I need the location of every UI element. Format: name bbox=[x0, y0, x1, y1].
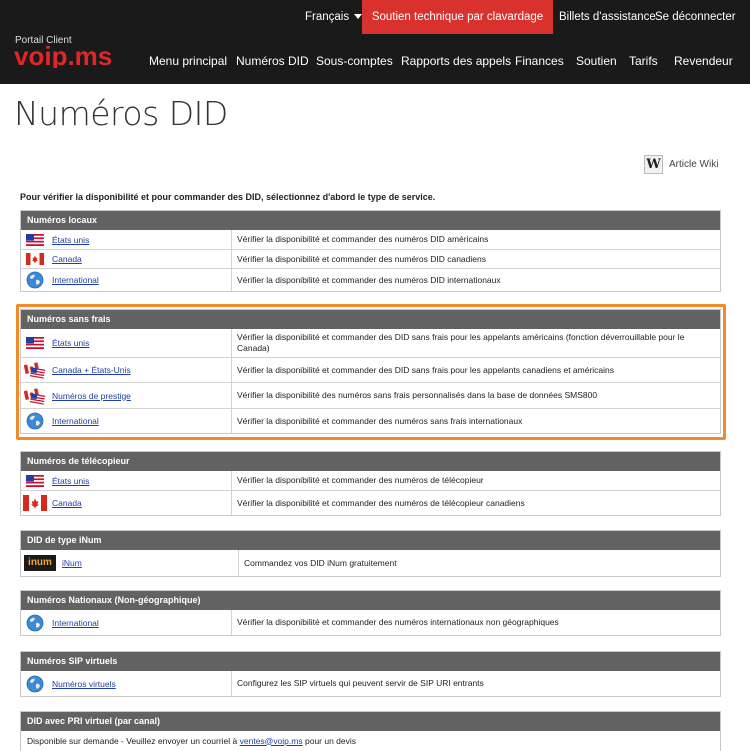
top-header: Français Soutien technique par clavardag… bbox=[0, 0, 750, 84]
link-canada[interactable]: Canada bbox=[52, 254, 82, 264]
table-row: Canada Vérifier la disponibilité et comm… bbox=[21, 249, 720, 268]
table-row: Numéros de prestige Vérifier la disponib… bbox=[21, 382, 720, 408]
section-virtual-pri: DID avec PRI virtuel (par canal) Disponi… bbox=[20, 711, 721, 751]
row-description: Vérifier la disponibilité et commander d… bbox=[237, 497, 525, 508]
us-flag-icon bbox=[21, 329, 49, 357]
table-row: États unis Vérifier la disponibilité et … bbox=[21, 471, 720, 490]
table-row: Numéros virtuels Configurez les SIP virt… bbox=[21, 671, 720, 696]
inum-logo-icon: inum bbox=[21, 550, 59, 576]
wiki-link[interactable]: W Article Wiki bbox=[644, 154, 718, 174]
us-canada-flags-icon bbox=[21, 383, 49, 408]
section-title: Numéros de télécopieur bbox=[21, 452, 720, 471]
row-description: Vérifier la disponibilité et commander d… bbox=[237, 274, 501, 285]
nav-item-subaccounts[interactable]: Sous-comptes bbox=[316, 50, 393, 72]
row-description: Vérifier la disponibilité des numéros sa… bbox=[237, 390, 598, 400]
row-description: Vérifier la disponibilité et commander d… bbox=[237, 332, 685, 353]
table-row: International Vérifier la disponibilité … bbox=[21, 268, 720, 291]
table-row: États unis Vérifier la disponibilité et … bbox=[21, 230, 720, 249]
link-international[interactable]: International bbox=[52, 416, 99, 426]
section-national-numbers: Numéros Nationaux (Non-géographique) Int… bbox=[20, 590, 721, 636]
table-row: International Vérifier la disponibilité … bbox=[21, 610, 720, 635]
link-vanity-numbers[interactable]: Numéros de prestige bbox=[52, 391, 131, 401]
language-label: Français bbox=[305, 11, 350, 23]
row-description: Vérifier la disponibilité et commander d… bbox=[237, 234, 489, 244]
pri-note-suffix: pour un devis bbox=[304, 735, 357, 746]
nav-item-reseller[interactable]: Revendeur bbox=[674, 50, 733, 72]
section-title: Numéros sans frais bbox=[21, 310, 720, 329]
link-international[interactable]: International bbox=[52, 618, 99, 628]
inum-logo-text: inum bbox=[24, 555, 56, 571]
link-us[interactable]: États unis bbox=[52, 476, 89, 486]
section-fax-numbers: Numéros de télécopieur États unis Vérifi… bbox=[20, 451, 721, 516]
section-title: Numéros locaux bbox=[21, 211, 720, 230]
row-description: Vérifier la disponibilité et commander d… bbox=[237, 475, 484, 485]
row-description: Vérifier la disponibilité et commander d… bbox=[237, 617, 559, 627]
section-title: Numéros SIP virtuels bbox=[21, 652, 720, 671]
globe-icon bbox=[21, 671, 49, 696]
link-canada[interactable]: Canada bbox=[52, 498, 82, 508]
section-inum: DID de type iNum inum iNum Commandez vos… bbox=[20, 530, 721, 577]
nav-item-rates[interactable]: Tarifs bbox=[629, 50, 658, 72]
canada-flag-icon bbox=[21, 250, 49, 268]
row-description: Commandez vos DID iNum gratuitement bbox=[244, 557, 397, 568]
sales-email-link[interactable]: ventes@voip.ms bbox=[240, 736, 303, 746]
us-canada-flags-icon bbox=[21, 358, 49, 382]
section-virtual-sip: Numéros SIP virtuels Numéros virtuels Co… bbox=[20, 651, 721, 697]
link-canada-us[interactable]: Canada + États-Unis bbox=[52, 365, 131, 375]
pri-note: Disponible sur demande - Veuillez envoye… bbox=[21, 731, 720, 750]
nav-item-support[interactable]: Soutien bbox=[576, 50, 617, 72]
logout-link[interactable]: Se déconnecter bbox=[655, 0, 736, 34]
nav-item-finances[interactable]: Finances bbox=[515, 50, 564, 72]
section-title: DID de type iNum bbox=[21, 531, 720, 550]
nav-item-call-reports[interactable]: Rapports des appels bbox=[401, 50, 511, 72]
link-us[interactable]: États unis bbox=[52, 338, 89, 348]
wiki-label: Article Wiki bbox=[669, 158, 719, 170]
link-inum[interactable]: iNum bbox=[62, 558, 82, 568]
section-local-numbers: Numéros locaux États unis Vérifier la di… bbox=[20, 210, 721, 292]
us-flag-icon bbox=[21, 471, 49, 490]
table-row: International Vérifier la disponibilité … bbox=[21, 408, 720, 433]
voipms-logo[interactable]: voip.ms bbox=[14, 44, 126, 68]
intro-text: Pour vérifier la disponibilité et pour c… bbox=[20, 192, 436, 202]
row-description: Configurez les SIP virtuels qui peuvent … bbox=[237, 678, 484, 688]
section-title: Numéros Nationaux (Non-géographique) bbox=[21, 591, 720, 610]
row-description: Vérifier la disponibilité et commander d… bbox=[237, 253, 486, 264]
table-row: inum iNum Commandez vos DID iNum gratuit… bbox=[21, 550, 720, 576]
link-virtual-numbers[interactable]: Numéros virtuels bbox=[52, 679, 116, 689]
link-international[interactable]: International bbox=[52, 275, 99, 285]
globe-icon bbox=[21, 269, 49, 291]
table-row: Canada + États-Unis Vérifier la disponib… bbox=[21, 357, 720, 382]
wikipedia-icon: W bbox=[644, 154, 663, 174]
table-row: Canada Vérifier la disponibilité et comm… bbox=[21, 490, 720, 515]
logo-text: voip.ms bbox=[14, 44, 112, 68]
nav-item-did[interactable]: Numéros DID bbox=[236, 50, 309, 72]
section-toll-free: Numéros sans frais États unis Vérifier l… bbox=[20, 309, 721, 434]
table-row: États unis Vérifier la disponibilité et … bbox=[21, 329, 720, 357]
globe-icon bbox=[21, 409, 49, 433]
support-chat-button[interactable]: Soutien technique par clavardage bbox=[362, 0, 553, 34]
tickets-link[interactable]: Billets d'assistance bbox=[559, 0, 656, 34]
section-title: DID avec PRI virtuel (par canal) bbox=[21, 712, 720, 731]
row-description: Vérifier la disponibilité et commander d… bbox=[237, 415, 523, 426]
row-description: Vérifier la disponibilité et commander d… bbox=[237, 364, 615, 375]
canada-flag-icon bbox=[21, 491, 49, 515]
top-bar: Français Soutien technique par clavardag… bbox=[0, 0, 750, 34]
nav-item-menu[interactable]: Menu principal bbox=[149, 50, 227, 72]
link-us[interactable]: États unis bbox=[52, 235, 89, 245]
language-selector[interactable]: Français bbox=[305, 0, 363, 34]
caret-down-icon bbox=[354, 14, 363, 20]
globe-icon bbox=[21, 610, 49, 635]
us-flag-icon bbox=[21, 230, 49, 249]
page-title: Numéros DID bbox=[14, 94, 228, 133]
pri-note-text: Disponible sur demande - Veuillez envoye… bbox=[27, 735, 238, 746]
